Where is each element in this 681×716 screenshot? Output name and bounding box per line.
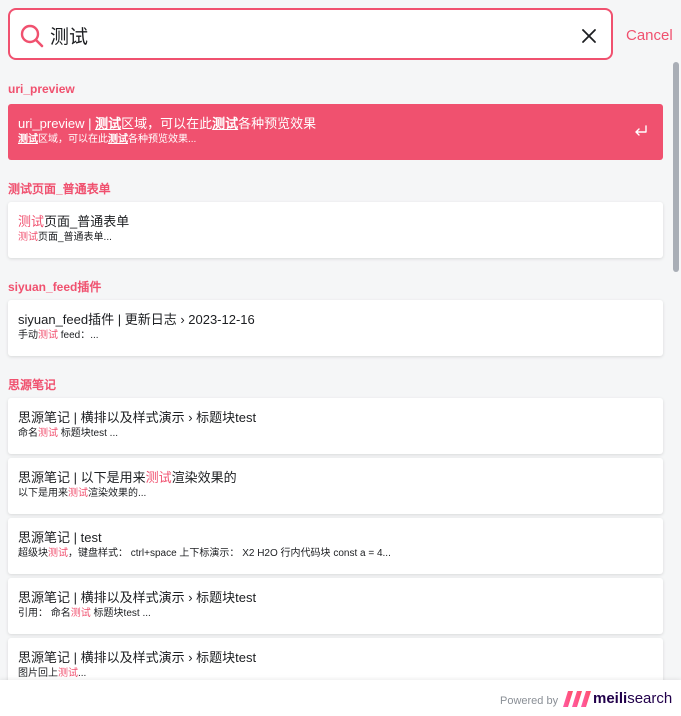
text-segment: siyuan_feed插件 | 更新日志 › 2023-12-16 [18,312,255,327]
text-segment: 页面_普通表单 [44,214,130,229]
highlight-match: 测试 [18,214,45,229]
text-segment: 思源笔记 | test [18,530,102,545]
group-title: siyuan_feed插件 [8,280,102,294]
search-results[interactable]: uri_preview uri_preview | 测试区域，可以在此测试各种预览… [0,74,672,680]
meilisearch-wordmark[interactable]: meilisearch [593,690,672,707]
highlight-match: 测试 [70,608,91,619]
highlight-match: 测试 [145,470,172,485]
search-hit[interactable]: 测试页面_普通表单 测试页面_普通表单... [8,202,663,258]
text-segment: 页面_普通表单... [38,232,112,243]
text-segment: 思源笔记 | 以下是用来 [18,470,146,485]
footer: Powered by meilisearch [0,680,681,716]
highlight-match: 测试 [68,488,88,499]
text-segment: feed：... [58,330,99,341]
group-title: 测试页面_普通表单 [8,182,111,196]
highlight-match: 测试 [38,330,58,341]
hit-title: 思源笔记 | 横排以及样式演示 › 标题块test [18,590,653,606]
hit-path: 手动测试 feed：... [18,329,653,343]
text-segment: 手动 [18,330,38,341]
hit-path: 引用： 命名测试 标题块test ... [18,607,653,621]
search-hit[interactable]: uri_preview | 测试区域，可以在此测试各种预览效果 测试区域，可以在此… [8,104,663,160]
text-segment: ... [78,668,87,679]
text-segment: 渲染效果的 [171,470,237,485]
text-segment: 标题块test ... [58,428,119,439]
highlight-match: 测试 [108,134,128,145]
search-hit[interactable]: 思源笔记 | 横排以及样式演示 › 标题块test 命名测试 标题块test ..… [8,398,663,454]
hit-title: 思源笔记 | 横排以及样式演示 › 标题块test [18,650,653,666]
search-hit[interactable]: siyuan_feed插件 | 更新日志 › 2023-12-16 手动测试 fe… [8,300,663,356]
text-segment: 引用： 命名 [18,608,71,619]
text-segment: 区域，可以在此 [38,134,108,145]
highlight-match: 测试 [212,116,239,131]
text-segment: 各种预览效果 [238,116,317,131]
hit-path: 测试区域，可以在此测试各种预览效果... [18,133,653,147]
text-segment: 区域，可以在此 [121,116,213,131]
search-input[interactable] [50,20,570,50]
text-segment: 思源笔记 | 横排以及样式演示 › 标题块test [18,650,257,665]
highlight-match: 测试 [48,548,68,559]
hit-path: 超级块测试，键盘样式： ctrl+space 上下标演示： X2 H2O 行内代… [18,547,653,561]
search-icon [20,24,44,48]
hit-title: uri_preview | 测试区域，可以在此测试各种预览效果 [18,116,653,132]
text-segment: 图片回上 [18,668,58,679]
hit-path: 以下是用来测试渲染效果的... [18,487,653,501]
hit-path: 图片回上测试... [18,667,653,680]
highlight-match: 测试 [58,668,78,679]
hit-title: 思源笔记 | 横排以及样式演示 › 标题块test [18,410,653,426]
text-segment: 各种预览效果... [128,134,197,145]
hit-path: 测试页面_普通表单... [18,231,653,245]
text-segment: uri_preview | [18,116,96,131]
text-segment: 渲染效果的... [88,488,147,499]
highlight-match: 测试 [18,232,38,243]
enter-return-icon [635,125,647,136]
text-segment: 以下是用来 [18,488,68,499]
highlight-match: 测试 [38,428,58,439]
search-bar[interactable] [8,8,613,60]
cancel-button[interactable]: Cancel [626,27,673,44]
powered-by-label: Powered by [500,695,559,707]
search-hit[interactable]: 思源笔记 | 横排以及样式演示 › 标题块test 图片回上测试... [8,638,663,680]
text-segment: 思源笔记 | 横排以及样式演示 › 标题块test [18,410,257,425]
hit-path: 命名测试 标题块test ... [18,427,653,441]
text-segment: 超级块 [18,548,48,559]
close-icon[interactable] [577,24,601,48]
highlight-match: 测试 [18,134,38,145]
hit-title: 测试页面_普通表单 [18,214,653,230]
group-title: uri_preview [8,82,75,96]
text-segment: 思源笔记 | 横排以及样式演示 › 标题块test [18,590,257,605]
search-hit[interactable]: 思源笔记 | 以下是用来测试渲染效果的 以下是用来测试渲染效果的... [8,458,663,514]
scrollbar-thumb[interactable] [673,62,679,272]
meilisearch-logo[interactable] [563,691,591,707]
text-segment: 标题块test ... [90,608,151,619]
hit-title: 思源笔记 | 以下是用来测试渲染效果的 [18,470,653,486]
hit-title: 思源笔记 | test [18,530,653,546]
text-segment: 命名 [18,428,38,439]
group-title: 思源笔记 [8,378,57,392]
search-hit[interactable]: 思源笔记 | test 超级块测试，键盘样式： ctrl+space 上下标演示：… [8,518,663,574]
hit-title: siyuan_feed插件 | 更新日志 › 2023-12-16 [18,312,653,328]
highlight-match: 测试 [95,116,122,131]
text-segment: ，键盘样式： ctrl+space 上下标演示： X2 H2O 行内代码块 co… [68,548,391,559]
search-hit[interactable]: 思源笔记 | 横排以及样式演示 › 标题块test 引用： 命名测试 标题块tes… [8,578,663,634]
